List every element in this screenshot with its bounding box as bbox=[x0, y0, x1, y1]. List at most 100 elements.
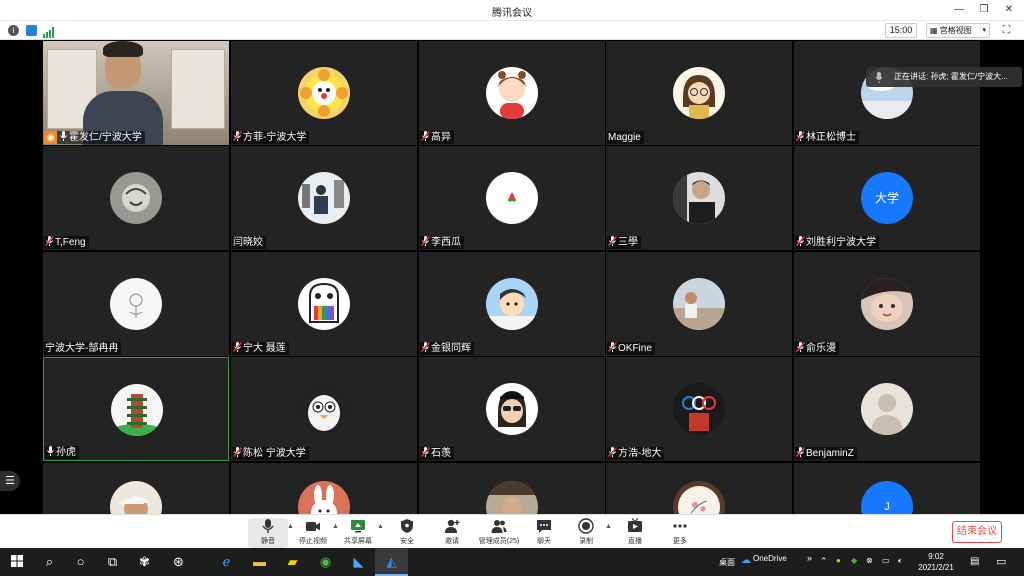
start-button[interactable] bbox=[0, 548, 33, 576]
shield-icon[interactable] bbox=[26, 25, 37, 36]
participant-name: 霍发仁/宁波大学 bbox=[69, 132, 142, 143]
restore-button[interactable]: ❐ bbox=[977, 3, 991, 17]
tray-app-icon[interactable]: ● bbox=[836, 556, 841, 565]
view-mode-select[interactable]: ▦ 宫格视图 ▾ bbox=[926, 23, 990, 38]
record-button[interactable]: 录制 bbox=[566, 518, 606, 548]
invite-button[interactable]: 邀请 bbox=[432, 518, 472, 548]
participant-tile[interactable] bbox=[231, 463, 417, 514]
sticky-notes-icon[interactable]: ▰ bbox=[276, 548, 309, 576]
info-icon[interactable]: i bbox=[8, 25, 19, 36]
notification-icon[interactable]: ▭ bbox=[996, 555, 1006, 568]
participant-name-label: 李西瓜 bbox=[420, 236, 464, 249]
meeting-timer[interactable]: 15:00 bbox=[885, 23, 917, 38]
system-clock[interactable]: 9:02 2021/2/21 bbox=[912, 551, 960, 573]
participant-tile[interactable]: 宁大 聂莲 bbox=[231, 252, 417, 356]
mic-icon bbox=[262, 519, 274, 533]
browser-360-icon[interactable]: ◉ bbox=[309, 548, 342, 576]
app-icon[interactable]: ◣ bbox=[342, 548, 375, 576]
member-list-toggle[interactable]: ☰ bbox=[0, 471, 20, 491]
shield-icon bbox=[401, 519, 413, 533]
participant-tile[interactable]: 宁波大学-郜冉冉 bbox=[43, 252, 229, 356]
participant-tile[interactable]: 大学 刘胜利宁波大学 bbox=[794, 146, 980, 250]
mic-muted-icon bbox=[233, 131, 242, 141]
participant-tile[interactable]: BenjaminZ bbox=[794, 357, 980, 461]
participant-name-label: 石羡 bbox=[420, 447, 454, 460]
network-icon[interactable]: ⊗ bbox=[866, 556, 873, 565]
participant-name-label: ◉ 霍发仁/宁波大学 bbox=[44, 131, 145, 144]
participant-tile[interactable]: J bbox=[794, 463, 980, 514]
participant-tile[interactable]: OKFine bbox=[606, 252, 792, 356]
participant-tile[interactable]: 方菲-宁波大学 bbox=[231, 41, 417, 145]
edge-browser-icon[interactable]: ℯ bbox=[210, 548, 243, 576]
participant-tile[interactable]: 闫晓姣 bbox=[231, 146, 417, 250]
participant-tile[interactable]: 高异 bbox=[419, 41, 605, 145]
participant-tile[interactable]: 林正松博士 bbox=[794, 41, 980, 145]
mute-label: 静音 bbox=[261, 538, 275, 545]
mute-button[interactable]: 静音 bbox=[248, 518, 288, 548]
magnifier-app-icon[interactable]: ⊛ bbox=[162, 548, 195, 576]
participant-tile[interactable]: Maggie bbox=[606, 41, 792, 145]
keyboard-icon[interactable]: ▤ bbox=[970, 556, 979, 567]
speaking-notice: 正在讲话: 孙虎; 霍发仁/宁波大... bbox=[866, 67, 1022, 87]
chevron-up-icon[interactable]: ⌃ bbox=[820, 556, 828, 567]
more-button[interactable]: 更多 bbox=[660, 518, 700, 548]
participant-name-label: 林正松博士 bbox=[795, 131, 859, 144]
chat-label: 聊天 bbox=[537, 538, 551, 545]
stop-video-button[interactable]: 停止视频 bbox=[293, 518, 333, 548]
file-explorer-icon[interactable]: ▬ bbox=[243, 548, 276, 576]
security-button[interactable]: 安全 bbox=[387, 518, 427, 548]
chat-icon bbox=[537, 520, 551, 533]
participant-tile[interactable]: 石羡 bbox=[419, 357, 605, 461]
manage-members-label: 管理成员(25) bbox=[478, 538, 520, 545]
participant-tile[interactable]: T,Feng bbox=[43, 146, 229, 250]
close-button[interactable]: ✕ bbox=[1002, 3, 1016, 17]
share-options-icon[interactable]: ▲ bbox=[377, 523, 384, 530]
share-screen-label: 共享屏幕 bbox=[344, 538, 372, 545]
record-options-icon[interactable]: ▲ bbox=[605, 523, 612, 530]
chat-button[interactable]: 聊天 bbox=[524, 518, 564, 548]
participant-tile[interactable]: 三學 bbox=[606, 146, 792, 250]
pinwheel-app-icon[interactable]: ✾ bbox=[128, 548, 161, 576]
participant-tile[interactable]: 孙虎 bbox=[43, 357, 229, 461]
participant-name: 方浩-地大 bbox=[618, 448, 662, 459]
participant-tile[interactable]: ◉ 霍发仁/宁波大学 bbox=[43, 41, 229, 145]
meeting-top-bar: i 15:00 ▦ 宫格视图 ▾ ⛶ bbox=[0, 21, 1024, 40]
girl-cartoon-avatar bbox=[486, 67, 538, 119]
cortana-icon[interactable]: ○ bbox=[64, 548, 97, 576]
participant-tile[interactable]: 方浩-地大 bbox=[606, 357, 792, 461]
task-view-icon[interactable]: ⧉ bbox=[96, 548, 129, 576]
manage-members-button[interactable]: 管理成员(25) bbox=[477, 518, 521, 548]
signal-icon[interactable] bbox=[43, 25, 54, 38]
participant-tile[interactable] bbox=[43, 463, 229, 514]
share-screen-button[interactable]: 共享屏幕 bbox=[338, 518, 378, 548]
desktop-label[interactable]: 桌面 bbox=[719, 557, 735, 568]
participant-tile[interactable] bbox=[419, 463, 605, 514]
participant-name: 宁波大学-郜冉冉 bbox=[45, 343, 119, 354]
chevron-right-icon[interactable]: » bbox=[807, 553, 812, 563]
mic-muted-icon bbox=[608, 342, 617, 352]
participant-tile[interactable]: 金银同辉 bbox=[419, 252, 605, 356]
mic-muted-icon bbox=[421, 131, 430, 141]
participant-tile[interactable]: 李西瓜 bbox=[419, 146, 605, 250]
onedrive-icon: ☁ bbox=[741, 555, 751, 566]
title-bar: 腾讯会议 — ❐ ✕ bbox=[0, 0, 1024, 21]
volume-icon[interactable]: 🔈︎ bbox=[898, 556, 903, 566]
participant-tile[interactable]: 陈松 宁波大学 bbox=[231, 357, 417, 461]
onedrive-label[interactable]: OneDrive bbox=[753, 554, 787, 563]
participant-video-feed bbox=[43, 41, 229, 145]
participant-tile[interactable] bbox=[606, 463, 792, 514]
end-meeting-button[interactable]: 结束会议 bbox=[952, 521, 1002, 543]
participant-name-label: OKFine bbox=[607, 342, 655, 355]
participant-tile[interactable]: 俞乐漫 bbox=[794, 252, 980, 356]
tencent-meeting-taskbar-icon[interactable]: ◭ bbox=[375, 548, 408, 576]
participant-name: 孙虎 bbox=[56, 447, 76, 458]
search-icon[interactable]: ⌕ bbox=[33, 548, 66, 576]
window-title: 腾讯会议 bbox=[492, 8, 532, 19]
battery-icon[interactable]: ▭ bbox=[882, 556, 890, 565]
fullscreen-icon[interactable]: ⛶ bbox=[1000, 24, 1013, 37]
penguin-avatar bbox=[298, 383, 350, 435]
tray-app-icon[interactable]: ◆ bbox=[851, 556, 857, 565]
participant-name-label: 金银同辉 bbox=[420, 342, 474, 355]
minimize-button[interactable]: — bbox=[952, 3, 966, 17]
live-button[interactable]: 直播 bbox=[615, 518, 655, 548]
